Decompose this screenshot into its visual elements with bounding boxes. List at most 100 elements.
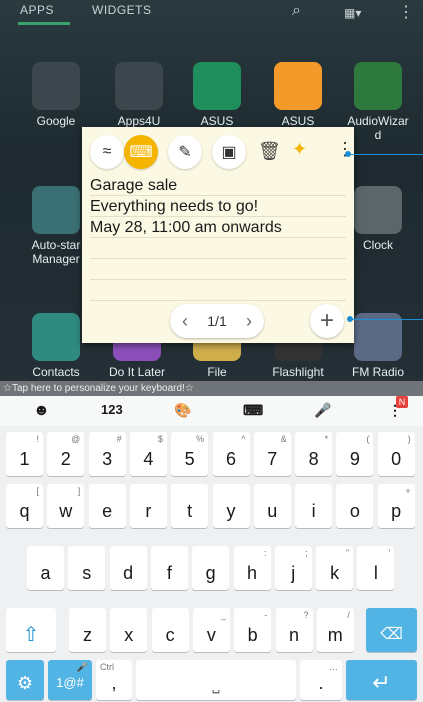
trash-icon[interactable]: 🗑 <box>258 141 281 162</box>
view-options-icon[interactable]: ▦▾ <box>344 6 361 20</box>
key-v[interactable]: _ v <box>192 608 230 652</box>
number-mode-key[interactable]: 123 <box>101 402 123 417</box>
page-indicator: 1/1 <box>207 313 227 329</box>
theme-palette-icon[interactable]: 🎨 <box>174 402 191 419</box>
add-page-button[interactable]: + <box>310 304 344 338</box>
key-z[interactable]: z <box>69 608 106 652</box>
key-j[interactable]: ; j <box>274 546 312 590</box>
key-u[interactable]: u <box>253 484 291 528</box>
key-label: 9 <box>349 449 360 469</box>
handwriting-icon: ≈ <box>102 143 112 160</box>
comma-key[interactable]: Ctrl , <box>96 660 132 700</box>
note-rule <box>90 216 346 217</box>
note-text-area[interactable]: Garage sale Everything needs to go! May … <box>90 175 346 315</box>
key-f[interactable]: f <box>150 546 188 590</box>
key-6[interactable]: ^ 6 <box>212 432 250 476</box>
callout-dot <box>347 316 353 322</box>
key-alt-label: % <box>196 434 205 444</box>
more-options-icon[interactable]: ⋮ <box>336 139 354 160</box>
voice-input-icon[interactable]: 🎤 <box>314 402 331 419</box>
note-rule <box>90 195 346 196</box>
app-contacts[interactable]: Contacts <box>21 313 91 379</box>
key-label: 0 <box>391 449 402 469</box>
key-t[interactable]: t <box>171 484 209 528</box>
keyboard-layout-icon[interactable]: ⌨ <box>243 402 263 419</box>
key-o[interactable]: o <box>336 484 374 528</box>
next-page-icon[interactable]: › <box>246 311 252 332</box>
key-x[interactable]: x <box>110 608 148 652</box>
key-alt-label: " <box>345 548 350 558</box>
tab-apps[interactable]: APPS <box>20 3 54 17</box>
key-a[interactable]: a <box>27 546 64 590</box>
key-c[interactable]: c <box>151 608 189 652</box>
key-label: x <box>124 625 134 645</box>
pin-icon[interactable]: ✦ <box>292 139 307 160</box>
emoji-key-icon[interactable]: ☻ <box>33 402 50 420</box>
key-label: v <box>206 625 216 645</box>
app-apps4u[interactable]: Apps4U <box>104 62 174 128</box>
key-n[interactable]: ? n <box>275 608 313 652</box>
app-auto-start-manager[interactable]: Auto-star Manager <box>21 186 91 266</box>
insert-image-button[interactable]: ▣ <box>212 135 246 169</box>
key-3[interactable]: #3 <box>88 432 126 476</box>
app-google[interactable]: Google <box>21 62 91 128</box>
contacts-icon <box>32 313 80 361</box>
callout-line <box>350 319 423 320</box>
keyboard-personalize-hint[interactable]: ☆Tap here to personalize your keyboard!☆ <box>0 381 423 396</box>
key-s[interactable]: s <box>68 546 106 590</box>
key-p[interactable]: + p <box>377 484 415 528</box>
key-m[interactable]: / m <box>316 608 354 652</box>
clock-icon <box>354 186 402 234</box>
key-9[interactable]: (9 <box>336 432 374 476</box>
soft-keyboard: ☻ 123 🎨 ⌨ 🎤 ⋮ N ⇧ ⌫ ⚙ 🎤 1@# Ctrl , ⎵ … .… <box>0 396 423 702</box>
key-q[interactable]: [q <box>6 484 43 528</box>
keyboard-icon: ⌨ <box>129 144 153 161</box>
key-k[interactable]: " k <box>316 546 354 590</box>
app-asus-1[interactable]: ASUS <box>182 62 252 128</box>
period-key[interactable]: … . <box>300 660 342 700</box>
asus-chat-icon <box>274 62 322 110</box>
key-y[interactable]: y <box>212 484 250 528</box>
handwriting-mode-button[interactable]: ≈ <box>90 135 124 169</box>
key-h[interactable]: :h <box>233 546 271 590</box>
keyboard-mode-button[interactable]: ⌨ <box>124 135 158 169</box>
enter-key[interactable]: ↵ <box>346 660 417 700</box>
key-label: 7 <box>267 449 278 469</box>
space-key[interactable]: ⎵ <box>136 660 296 700</box>
key-b[interactable]: -b <box>234 608 272 652</box>
backspace-key[interactable]: ⌫ <box>366 608 417 652</box>
key-l[interactable]: ' l <box>357 546 395 590</box>
key-r[interactable]: r <box>129 484 167 528</box>
key-i[interactable]: i <box>295 484 333 528</box>
key-0[interactable]: ) 0 <box>377 432 415 476</box>
key-d[interactable]: d <box>109 546 147 590</box>
key-alt-label: [ <box>36 486 39 496</box>
symbols-key[interactable]: 🎤 1@# <box>48 660 92 700</box>
key-g[interactable]: g <box>192 546 230 590</box>
key-e[interactable]: e <box>88 484 126 528</box>
key-label: b <box>247 625 258 645</box>
key-1[interactable]: ! 1 <box>6 432 43 476</box>
key-label: c <box>165 625 175 645</box>
previous-page-icon[interactable]: ‹ <box>182 311 188 332</box>
key-label: u <box>267 501 278 521</box>
shift-key[interactable]: ⇧ <box>6 608 56 652</box>
key-4[interactable]: $4 <box>129 432 167 476</box>
app-asus-2[interactable]: ASUS <box>263 62 333 128</box>
tab-widgets[interactable]: WIDGETS <box>92 3 152 17</box>
period-label: . <box>318 673 324 693</box>
key-5[interactable]: % 5 <box>171 432 209 476</box>
app-label: Apps4U <box>117 114 161 128</box>
key-8[interactable]: * 8 <box>295 432 333 476</box>
key-2[interactable]: @2 <box>47 432 85 476</box>
key-alt-label: ' <box>388 548 391 558</box>
key-7[interactable]: & 7 <box>253 432 291 476</box>
apps4u-folder-icon <box>115 62 163 110</box>
key-alt-label: $ <box>157 434 163 444</box>
more-options-icon[interactable]: ⋮ <box>398 2 414 22</box>
key-w[interactable]: ] w <box>47 484 85 528</box>
search-icon[interactable]: ⌕ <box>292 2 301 20</box>
keyboard-settings-key[interactable]: ⚙ <box>6 660 44 700</box>
text-format-button[interactable]: ✎ <box>168 135 202 169</box>
key-label: a <box>40 563 51 583</box>
